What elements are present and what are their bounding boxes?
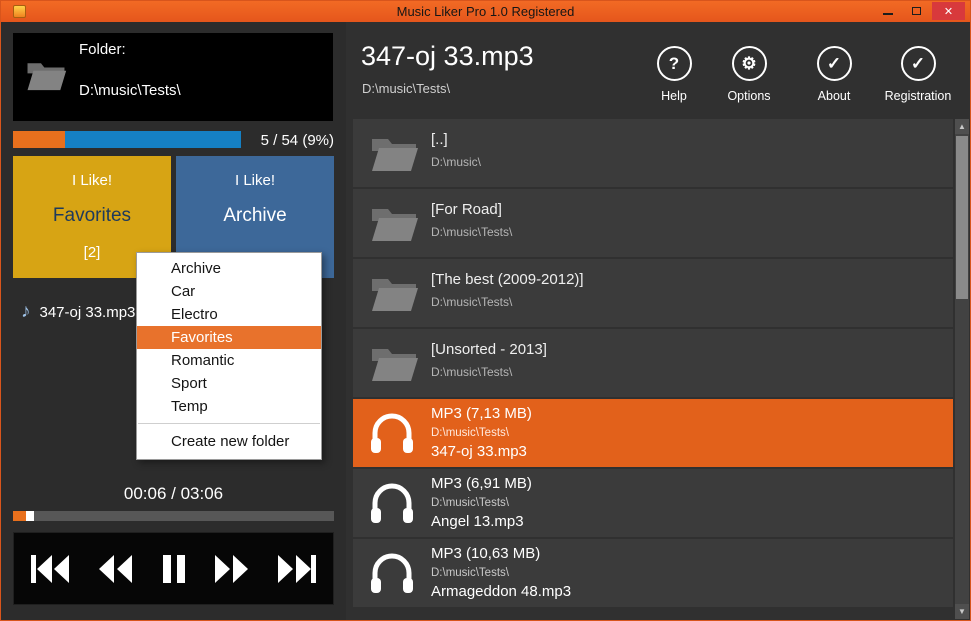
about-label: About [796,89,872,103]
list-item-parent-folder[interactable]: [..] D:\music\ [353,119,953,187]
menu-item-temp[interactable]: Temp [137,395,321,418]
scroll-up-icon[interactable]: ▲ [955,119,969,134]
window-controls: ✕ [874,2,965,20]
favorites-name-label: Favorites [13,205,171,227]
headphones-icon [369,481,415,525]
menu-item-favorites[interactable]: Favorites [137,326,321,349]
check-icon: ✓ [817,46,852,81]
maximize-icon [912,7,921,15]
headphones-icon [369,411,415,455]
item-name: MP3 (7,13 MB) [431,405,532,422]
list-item-folder[interactable]: [Unsorted - 2013] D:\music\Tests\ [353,329,953,397]
folder-path: D:\music\Tests\ [79,82,181,99]
scan-progress-text: 5 / 54 (9%) [224,132,334,149]
current-track-name: 347-oj 33.mp3 [40,304,136,321]
folder-icon [369,132,419,174]
help-label: Help [636,89,712,103]
folder-icon [369,202,419,244]
seek-played [13,511,26,521]
skip-previous-button[interactable] [30,554,70,584]
list-scrollbar[interactable]: ▲ ▼ [955,119,969,619]
playback-time: 00:06 / 03:06 [1,484,346,504]
item-path: D:\music\Tests\ [431,497,509,509]
music-note-icon: ♪ [21,301,31,323]
list-item-folder[interactable]: [The best (2009-2012)] D:\music\Tests\ [353,259,953,327]
fast-forward-button[interactable] [214,554,250,584]
folder-icon [369,342,419,384]
scan-progress-bar [13,131,241,148]
menu-item-archive[interactable]: Archive [137,257,321,280]
item-name: MP3 (10,63 MB) [431,545,540,562]
file-list: [..] D:\music\ [For Road] D:\music\Tests… [353,119,953,620]
about-button[interactable]: ✓ About [796,46,872,103]
item-name: [For Road] [431,201,502,218]
scrollbar-thumb[interactable] [956,136,968,299]
item-name: [The best (2009-2012)] [431,271,584,288]
current-file-path: D:\music\Tests\ [362,81,450,96]
rewind-icon [97,554,133,584]
archive-name-label: Archive [176,205,334,227]
menu-item-car[interactable]: Car [137,280,321,303]
skip-next-icon [277,554,317,584]
options-button[interactable]: ⚙ Options [711,46,787,103]
seek-handle [26,511,34,521]
playback-controls [13,532,334,605]
item-filename: Armageddon 48.mp3 [431,583,571,600]
headphones-icon [369,551,415,595]
skip-next-button[interactable] [277,554,317,584]
menu-item-sport[interactable]: Sport [137,372,321,395]
help-button[interactable]: ? Help [636,46,712,103]
minimize-icon [883,13,893,15]
list-item-folder[interactable]: [For Road] D:\music\Tests\ [353,189,953,257]
folder-label: Folder: [79,41,126,58]
app-window: Music Liker Pro 1.0 Registered ✕ Folder:… [0,0,971,621]
options-label: Options [711,89,787,103]
current-file-title: 347-oj 33.mp3 [361,41,534,72]
item-path: D:\music\ [431,155,481,169]
scroll-down-icon[interactable]: ▼ [955,604,969,619]
item-path: D:\music\Tests\ [431,295,512,309]
item-filename: 347-oj 33.mp3 [431,443,527,460]
seek-bar[interactable] [13,511,334,521]
window-title: Music Liker Pro 1.0 Registered [1,4,970,19]
scan-progress-fill [13,131,65,148]
item-path: D:\music\Tests\ [431,567,509,579]
title-bar[interactable]: Music Liker Pro 1.0 Registered ✕ [1,1,970,22]
folder-icon [25,57,67,93]
registration-label: Registration [880,89,956,103]
minimize-button[interactable] [874,2,901,20]
menu-item-create-new-folder[interactable]: Create new folder [137,429,321,455]
menu-item-electro[interactable]: Electro [137,303,321,326]
item-name: MP3 (6,91 MB) [431,475,532,492]
list-item-mp3-selected[interactable]: MP3 (7,13 MB) D:\music\Tests\ 347-oj 33.… [353,399,953,467]
pause-button[interactable] [161,554,187,584]
item-name: [Unsorted - 2013] [431,341,547,358]
maximize-button[interactable] [903,2,930,20]
current-track-item[interactable]: ♪ 347-oj 33.mp3 [21,300,135,324]
list-item-mp3[interactable]: MP3 (6,91 MB) D:\music\Tests\ Angel 13.m… [353,469,953,537]
gear-icon: ⚙ [732,46,767,81]
folder-icon [369,272,419,314]
folder-selector[interactable]: Folder: D:\music\Tests\ [13,33,333,121]
rewind-button[interactable] [97,554,133,584]
item-name: [..] [431,131,448,148]
close-button[interactable]: ✕ [932,2,965,20]
folder-context-menu: Archive Car Electro Favorites Romantic S… [136,252,322,460]
right-panel: 347-oj 33.mp3 D:\music\Tests\ ? Help ⚙ O… [346,22,970,620]
skip-previous-icon [30,554,70,584]
item-filename: Angel 13.mp3 [431,513,524,530]
help-icon: ? [657,46,692,81]
check-icon: ✓ [901,46,936,81]
fast-forward-icon [214,554,250,584]
archive-like-label: I Like! [176,156,334,189]
menu-item-romantic[interactable]: Romantic [137,349,321,372]
item-path: D:\music\Tests\ [431,427,509,439]
list-item-mp3[interactable]: MP3 (10,63 MB) D:\music\Tests\ Armageddo… [353,539,953,607]
favorites-like-label: I Like! [13,156,171,189]
menu-separator [138,423,320,424]
pause-icon [161,554,187,584]
item-path: D:\music\Tests\ [431,225,512,239]
registration-button[interactable]: ✓ Registration [880,46,956,103]
item-path: D:\music\Tests\ [431,365,512,379]
